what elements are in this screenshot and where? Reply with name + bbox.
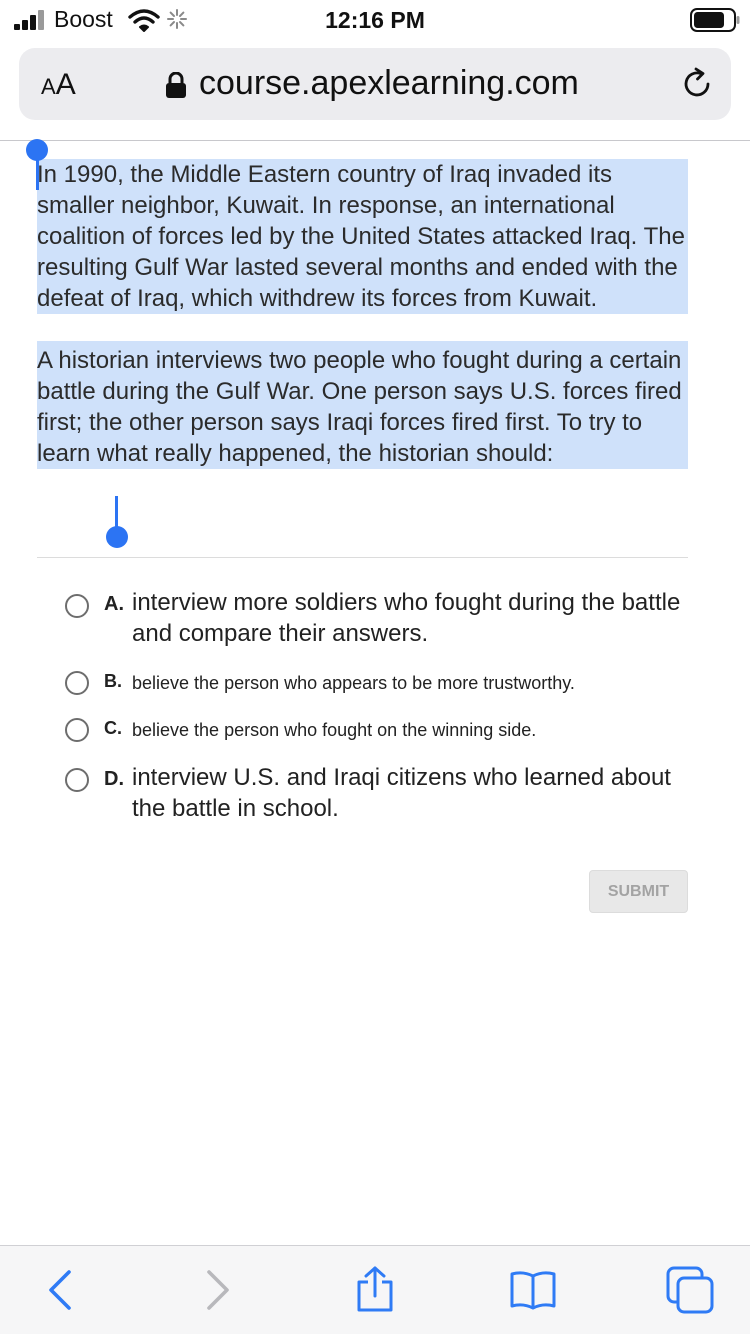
- selection-end-caret: [115, 496, 118, 530]
- content-divider: [37, 557, 688, 558]
- passage-paragraph-1[interactable]: In 1990, the Middle Eastern country of I…: [37, 159, 688, 314]
- browser-toolbar: [0, 1245, 750, 1334]
- url-text[interactable]: course.apexlearning.com: [199, 64, 579, 103]
- bookmarks-icon[interactable]: [509, 1266, 557, 1314]
- option-text[interactable]: interview U.S. and Iraqi citizens who le…: [132, 762, 692, 824]
- radio-button[interactable]: [65, 671, 89, 695]
- option-text[interactable]: believe the person who appears to be mor…: [132, 671, 692, 695]
- option-text[interactable]: interview more soldiers who fought durin…: [132, 587, 692, 649]
- answer-option-a[interactable]: A. interview more soldiers who fought du…: [64, 588, 694, 652]
- answer-option-d[interactable]: D. interview U.S. and Iraqi citizens who…: [64, 763, 694, 827]
- text-size-large-label: A: [55, 68, 76, 101]
- submit-button[interactable]: SUBMIT: [589, 870, 688, 913]
- back-icon[interactable]: [37, 1266, 85, 1314]
- text-size-small-label: A: [41, 74, 56, 99]
- option-text[interactable]: believe the person who fought on the win…: [132, 718, 692, 742]
- lock-icon: [166, 72, 186, 98]
- answer-option-c[interactable]: C. believe the person who fought on the …: [64, 717, 694, 745]
- radio-button[interactable]: [65, 768, 89, 792]
- battery-icon: [690, 8, 740, 32]
- address-bar[interactable]: AA course.apexlearning.com: [19, 48, 731, 120]
- option-letter: B.: [104, 671, 122, 691]
- answer-option-b[interactable]: B. believe the person who appears to be …: [64, 670, 694, 698]
- text-size-button[interactable]: AA: [41, 68, 76, 102]
- reload-icon[interactable]: [679, 66, 715, 102]
- header-divider: [0, 140, 750, 141]
- tabs-icon[interactable]: [666, 1266, 714, 1314]
- option-letter: C.: [104, 718, 122, 738]
- option-letter: A.: [104, 593, 124, 615]
- selection-end-handle[interactable]: [106, 526, 128, 548]
- question-passage[interactable]: In 1990, the Middle Eastern country of I…: [37, 159, 688, 469]
- share-icon[interactable]: [351, 1266, 399, 1314]
- passage-paragraph-2[interactable]: A historian interviews two people who fo…: [37, 345, 688, 469]
- option-letter: D.: [104, 768, 124, 790]
- selection-start-handle[interactable]: [26, 139, 48, 161]
- radio-button[interactable]: [65, 594, 89, 618]
- status-bar: Boost 12:16 PM: [0, 0, 750, 40]
- forward-icon[interactable]: [193, 1266, 241, 1314]
- status-time: 12:16 PM: [325, 7, 425, 33]
- radio-button[interactable]: [65, 718, 89, 742]
